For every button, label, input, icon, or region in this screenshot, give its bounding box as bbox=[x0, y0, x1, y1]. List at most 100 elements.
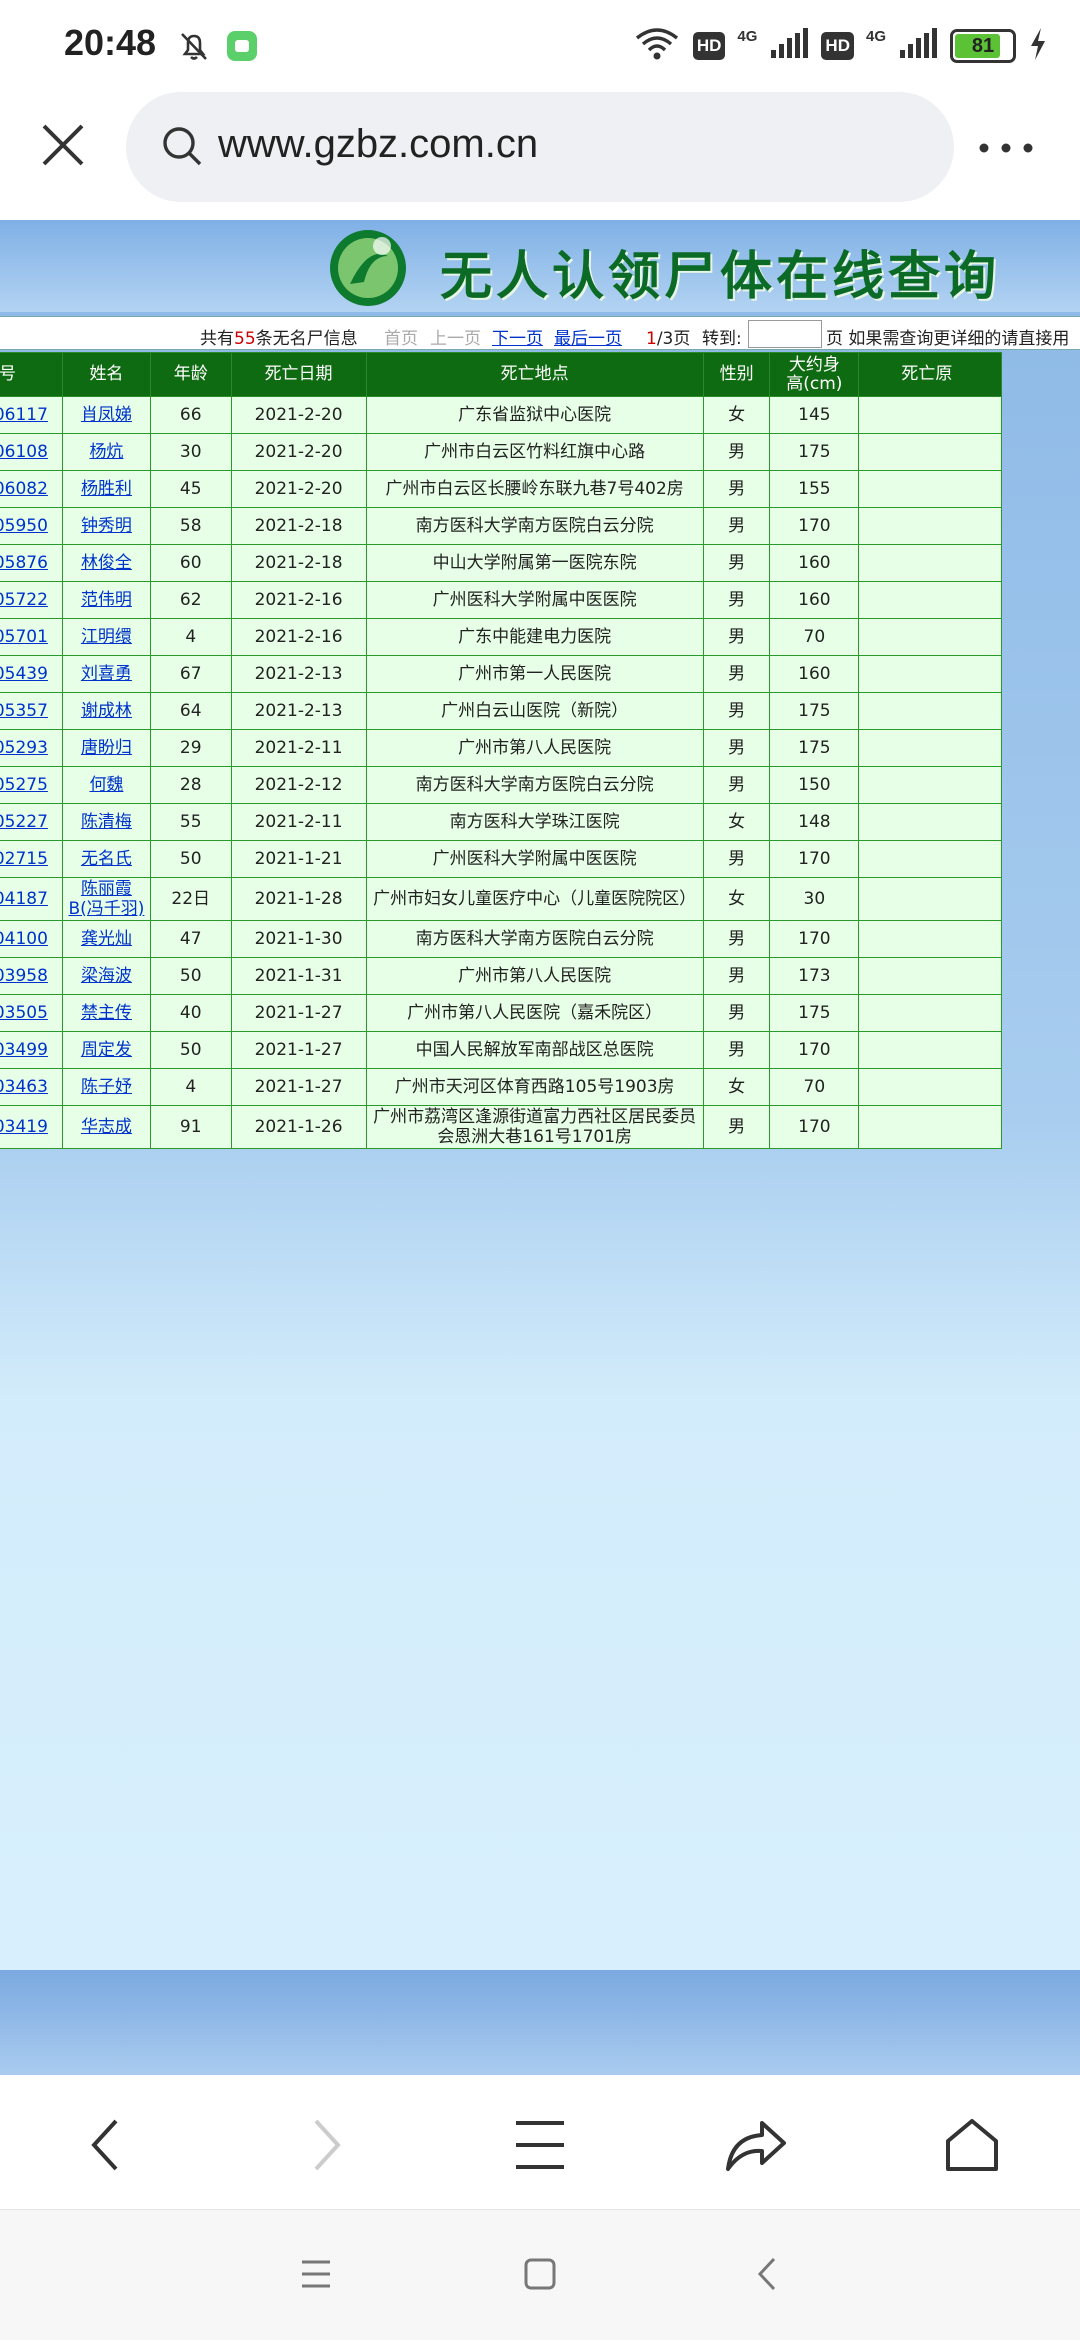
banner: 无人认领尸体在线查询 bbox=[0, 220, 1080, 312]
cell-place: 广州医科大学附属中医医院 bbox=[365, 581, 704, 619]
cell-id[interactable]: A04187 bbox=[0, 877, 63, 921]
cell-name[interactable]: 刘喜勇 bbox=[61, 655, 151, 693]
cell-id[interactable]: A03419 bbox=[0, 1105, 63, 1149]
cell-gender: 女 bbox=[702, 877, 771, 921]
cell-id[interactable]: A02715 bbox=[0, 840, 63, 878]
cell-id[interactable]: A04100 bbox=[0, 920, 63, 958]
cell-gender: 男 bbox=[702, 920, 771, 958]
url-text: www.gzbz.com.cn bbox=[218, 122, 539, 166]
table-row: A04100龚光灿472021-1-30南方医科大学南方医院白云分院男170 bbox=[0, 920, 1002, 958]
bell-off-icon bbox=[176, 28, 212, 68]
cell-height: 173 bbox=[769, 957, 860, 995]
cell-name[interactable]: 龚光灿 bbox=[61, 920, 151, 958]
table-row: A05722范伟明622021-2-16广州医科大学附属中医医院男160 bbox=[0, 581, 1002, 619]
cell-height: 175 bbox=[769, 729, 860, 767]
cell-height: 160 bbox=[769, 581, 860, 619]
browser-toolbar bbox=[0, 2075, 1080, 2210]
cell-name[interactable]: 陈子妤 bbox=[61, 1068, 151, 1106]
forward-icon[interactable] bbox=[294, 2115, 354, 2175]
cell-name[interactable]: 杨炕 bbox=[61, 433, 151, 471]
cell-name[interactable]: 唐盼归 bbox=[61, 729, 151, 767]
cell-gender: 男 bbox=[702, 1031, 771, 1069]
cell-name[interactable]: 禁主传 bbox=[61, 994, 151, 1032]
goto-page-input[interactable] bbox=[748, 320, 822, 348]
cell-id[interactable]: A05876 bbox=[0, 544, 63, 582]
cell-date: 2021-2-13 bbox=[230, 655, 367, 693]
cell-height: 170 bbox=[769, 507, 860, 545]
page-indicator: 1/3页 bbox=[646, 329, 691, 349]
header-height: 大约身高(cm) bbox=[769, 352, 860, 397]
back-icon[interactable] bbox=[78, 2115, 138, 2175]
cell-name[interactable]: 陈清梅 bbox=[61, 803, 151, 841]
cell-date: 2021-2-11 bbox=[230, 803, 367, 841]
home-icon[interactable] bbox=[942, 2115, 1002, 2175]
cell-name[interactable]: 无名氏 bbox=[61, 840, 151, 878]
cell-age: 50 bbox=[149, 1031, 232, 1069]
cell-id[interactable]: A06108 bbox=[0, 433, 63, 471]
page-title: 无人认领尸体在线查询 bbox=[440, 246, 1001, 307]
cell-name[interactable]: 陈丽霞B(冯千羽) bbox=[61, 877, 151, 921]
cell-name[interactable]: 肖凤娣 bbox=[61, 396, 151, 434]
cell-place: 南方医科大学珠江医院 bbox=[365, 803, 704, 841]
more-icon[interactable] bbox=[976, 130, 1036, 160]
cell-height: 170 bbox=[769, 1031, 860, 1069]
cell-name[interactable]: 杨胜利 bbox=[61, 470, 151, 508]
cell-id[interactable]: A03958 bbox=[0, 957, 63, 995]
next-page-link[interactable]: 下一页 bbox=[492, 324, 543, 349]
cell-place: 中山大学附属第一医院东院 bbox=[365, 544, 704, 582]
cell-id[interactable]: A03505 bbox=[0, 994, 63, 1032]
cell-date: 2021-2-20 bbox=[230, 470, 367, 508]
cell-age: 66 bbox=[149, 396, 232, 434]
cell-name[interactable]: 谢成林 bbox=[61, 692, 151, 730]
cell-name[interactable]: 钟秀明 bbox=[61, 507, 151, 545]
recents-icon[interactable] bbox=[298, 2256, 334, 2292]
cell-cause bbox=[858, 581, 1002, 619]
cell-place: 广州市妇女儿童医疗中心（儿童医院院区） bbox=[365, 877, 704, 921]
cell-id[interactable]: A05227 bbox=[0, 803, 63, 841]
cell-place: 广州市第一人民医院 bbox=[365, 655, 704, 693]
cell-age: 64 bbox=[149, 692, 232, 730]
cell-id[interactable]: A03499 bbox=[0, 1031, 63, 1069]
share-icon[interactable] bbox=[724, 2115, 786, 2175]
table-row: A02715无名氏502021-1-21广州医科大学附属中医医院男170 bbox=[0, 840, 1002, 878]
menu-icon[interactable] bbox=[510, 2115, 570, 2175]
records-table: 编号 姓名 年龄 死亡日期 死亡地点 性别 大约身高(cm) 死亡原 A0611… bbox=[0, 352, 1002, 1149]
table-row: A05275何魏282021-2-12南方医科大学南方医院白云分院男150 bbox=[0, 766, 1002, 804]
cell-place: 广州市白云区长腰岭东联九巷7号402房 bbox=[365, 470, 704, 508]
cell-id[interactable]: A05275 bbox=[0, 766, 63, 804]
clock: 20:48 bbox=[64, 22, 157, 63]
cell-id[interactable]: A03463 bbox=[0, 1068, 63, 1106]
cell-name[interactable]: 江明缳 bbox=[61, 618, 151, 656]
cell-name[interactable]: 梁海波 bbox=[61, 957, 151, 995]
cell-id[interactable]: A05357 bbox=[0, 692, 63, 730]
url-field[interactable]: www.gzbz.com.cn bbox=[126, 92, 954, 202]
cell-height: 70 bbox=[769, 618, 860, 656]
cell-name[interactable]: 周定发 bbox=[61, 1031, 151, 1069]
cell-id[interactable]: A05439 bbox=[0, 655, 63, 693]
app-icon bbox=[226, 30, 258, 66]
cell-id[interactable]: A05722 bbox=[0, 581, 63, 619]
cell-age: 91 bbox=[149, 1105, 232, 1149]
header-age: 年龄 bbox=[149, 352, 232, 397]
cell-cause bbox=[858, 729, 1002, 767]
cell-id[interactable]: A05293 bbox=[0, 729, 63, 767]
home-square-icon[interactable] bbox=[522, 2256, 558, 2292]
back-triangle-icon[interactable] bbox=[750, 2256, 786, 2292]
hd-badge: HD bbox=[692, 32, 726, 60]
cell-name[interactable]: 林俊全 bbox=[61, 544, 151, 582]
cell-gender: 男 bbox=[702, 957, 771, 995]
cell-name[interactable]: 华志成 bbox=[61, 1105, 151, 1149]
close-icon[interactable] bbox=[38, 120, 88, 170]
signal-icon bbox=[769, 28, 809, 64]
cell-id[interactable]: A06082 bbox=[0, 470, 63, 508]
cell-gender: 女 bbox=[702, 803, 771, 841]
cell-name[interactable]: 何魏 bbox=[61, 766, 151, 804]
cell-place: 广东省监狱中心医院 bbox=[365, 396, 704, 434]
cell-id[interactable]: A05701 bbox=[0, 618, 63, 656]
cell-id[interactable]: A06117 bbox=[0, 396, 63, 434]
last-page-link[interactable]: 最后一页 bbox=[554, 324, 622, 349]
cell-id[interactable]: A05950 bbox=[0, 507, 63, 545]
header-id: 编号 bbox=[0, 352, 63, 397]
cell-height: 148 bbox=[769, 803, 860, 841]
cell-name[interactable]: 范伟明 bbox=[61, 581, 151, 619]
